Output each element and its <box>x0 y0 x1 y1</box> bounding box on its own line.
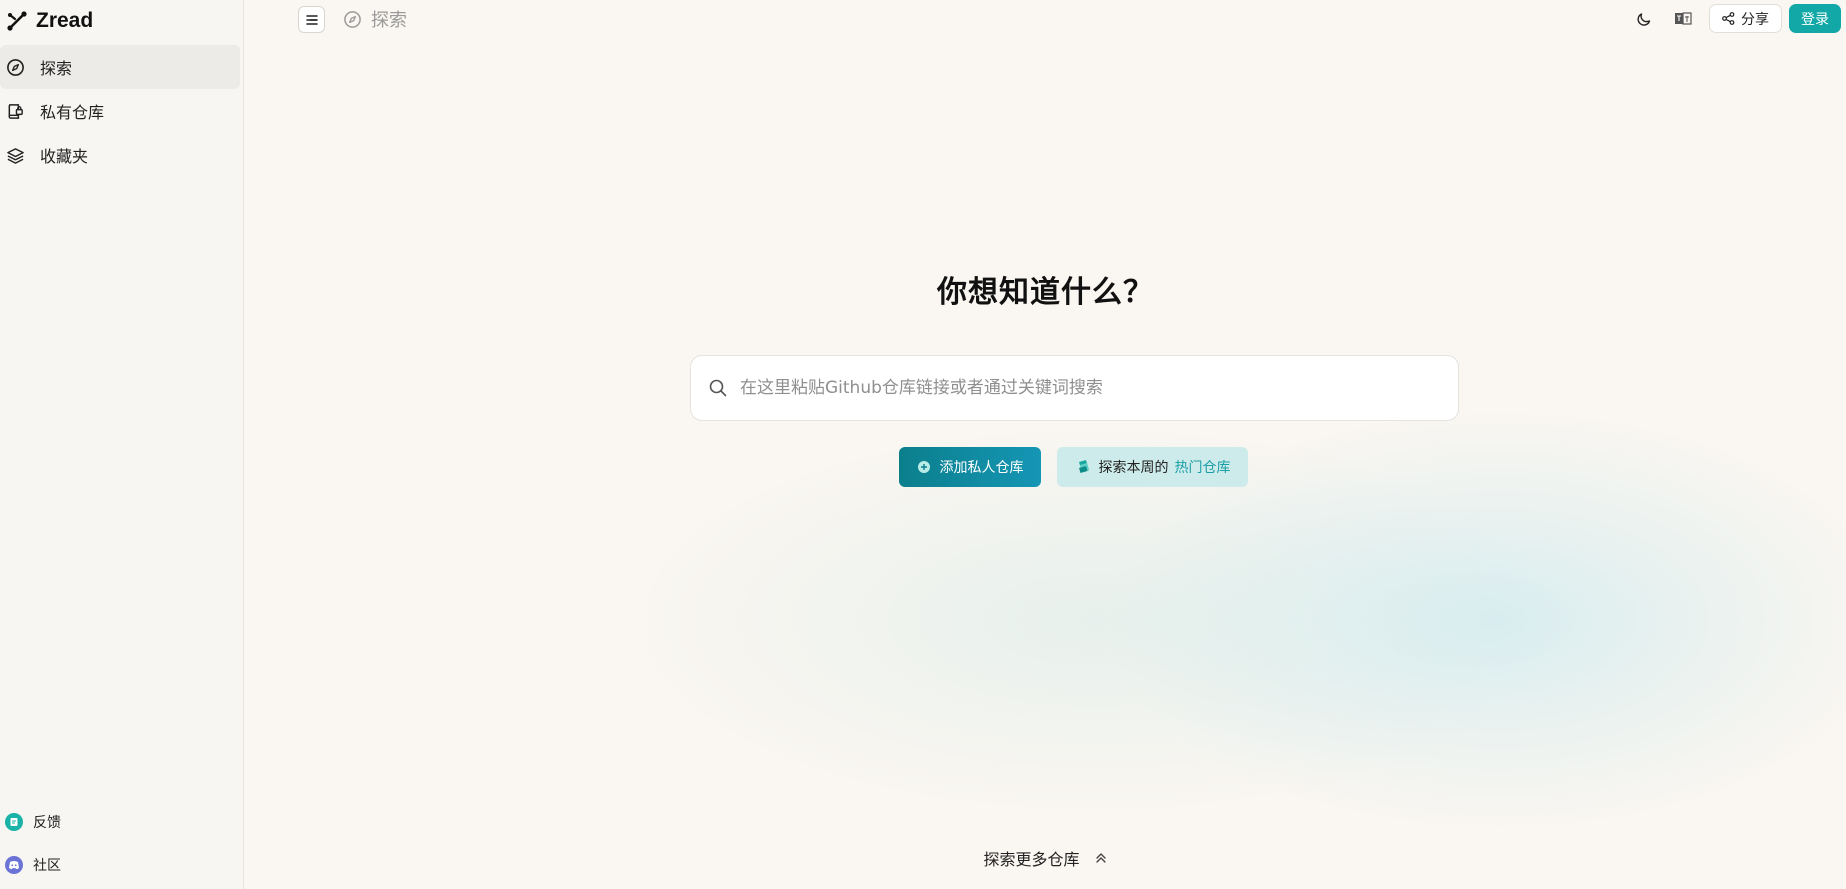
private-repo-icon <box>5 101 25 121</box>
login-button[interactable]: 登录 <box>1789 4 1841 33</box>
login-label: 登录 <box>1801 11 1829 28</box>
trending-highlight: 热门仓库 <box>1174 460 1231 476</box>
explore-more-label: 探索更多仓库 <box>983 850 1080 869</box>
double-chevron-up-icon <box>1095 853 1106 863</box>
add-private-repo-label: 添加私人仓库 <box>939 460 1024 476</box>
breadcrumb-label: 探索 <box>371 10 407 31</box>
sidebar: Zread 探索 私有仓库 收藏夹 反馈 社区 <box>0 0 244 889</box>
search-box[interactable] <box>690 355 1459 421</box>
sidebar-item-private-repos[interactable]: 私有仓库 <box>0 89 240 133</box>
share-button[interactable]: 分享 <box>1709 4 1782 33</box>
book-stack-icon <box>1078 460 1089 473</box>
discord-icon <box>5 856 23 874</box>
compass-icon <box>5 57 25 77</box>
share-label: 分享 <box>1741 11 1769 28</box>
theme-toggle-button[interactable] <box>1633 8 1655 30</box>
main-content: 探索 分享 登录 你想知道什么？ 添加私人仓库 探索本周的 热门仓库 探索更多仓… <box>245 0 1846 889</box>
sidebar-toggle-button[interactable] <box>298 6 325 33</box>
sidebar-item-favorites[interactable]: 收藏夹 <box>0 133 240 177</box>
zread-logo-icon <box>7 11 27 31</box>
compass-icon <box>344 10 361 28</box>
search-input[interactable] <box>740 378 1380 398</box>
add-private-repo-button[interactable]: 添加私人仓库 <box>899 447 1041 487</box>
community-link[interactable]: 社区 <box>5 853 61 877</box>
plus-circle-icon <box>917 461 930 473</box>
sidebar-item-explore[interactable]: 探索 <box>0 45 240 89</box>
layers-icon <box>5 145 25 165</box>
sidebar-item-label: 私有仓库 <box>40 103 105 122</box>
translate-icon <box>1675 12 1692 25</box>
breadcrumb: 探索 <box>343 8 407 31</box>
app-logo[interactable]: Zread <box>6 8 93 34</box>
community-label: 社区 <box>33 858 61 874</box>
trending-repos-button[interactable]: 探索本周的 热门仓库 <box>1057 447 1248 487</box>
sidebar-item-label: 探索 <box>40 59 73 78</box>
feedback-icon <box>5 813 23 831</box>
language-toggle-button[interactable] <box>1672 8 1694 30</box>
search-icon <box>709 379 727 397</box>
explore-more-link[interactable]: 探索更多仓库 <box>245 846 1846 870</box>
app-name: Zread <box>36 9 94 32</box>
menu-icon <box>305 14 318 25</box>
trending-prefix: 探索本周的 <box>1098 460 1169 476</box>
sidebar-item-label: 收藏夹 <box>40 147 89 166</box>
moon-icon <box>1637 13 1651 26</box>
feedback-label: 反馈 <box>33 815 61 831</box>
feedback-link[interactable]: 反馈 <box>5 810 61 834</box>
sidebar-nav: 探索 私有仓库 收藏夹 <box>0 45 240 177</box>
share-icon <box>1722 12 1735 25</box>
page-title: 你想知道什么？ <box>937 275 1154 310</box>
